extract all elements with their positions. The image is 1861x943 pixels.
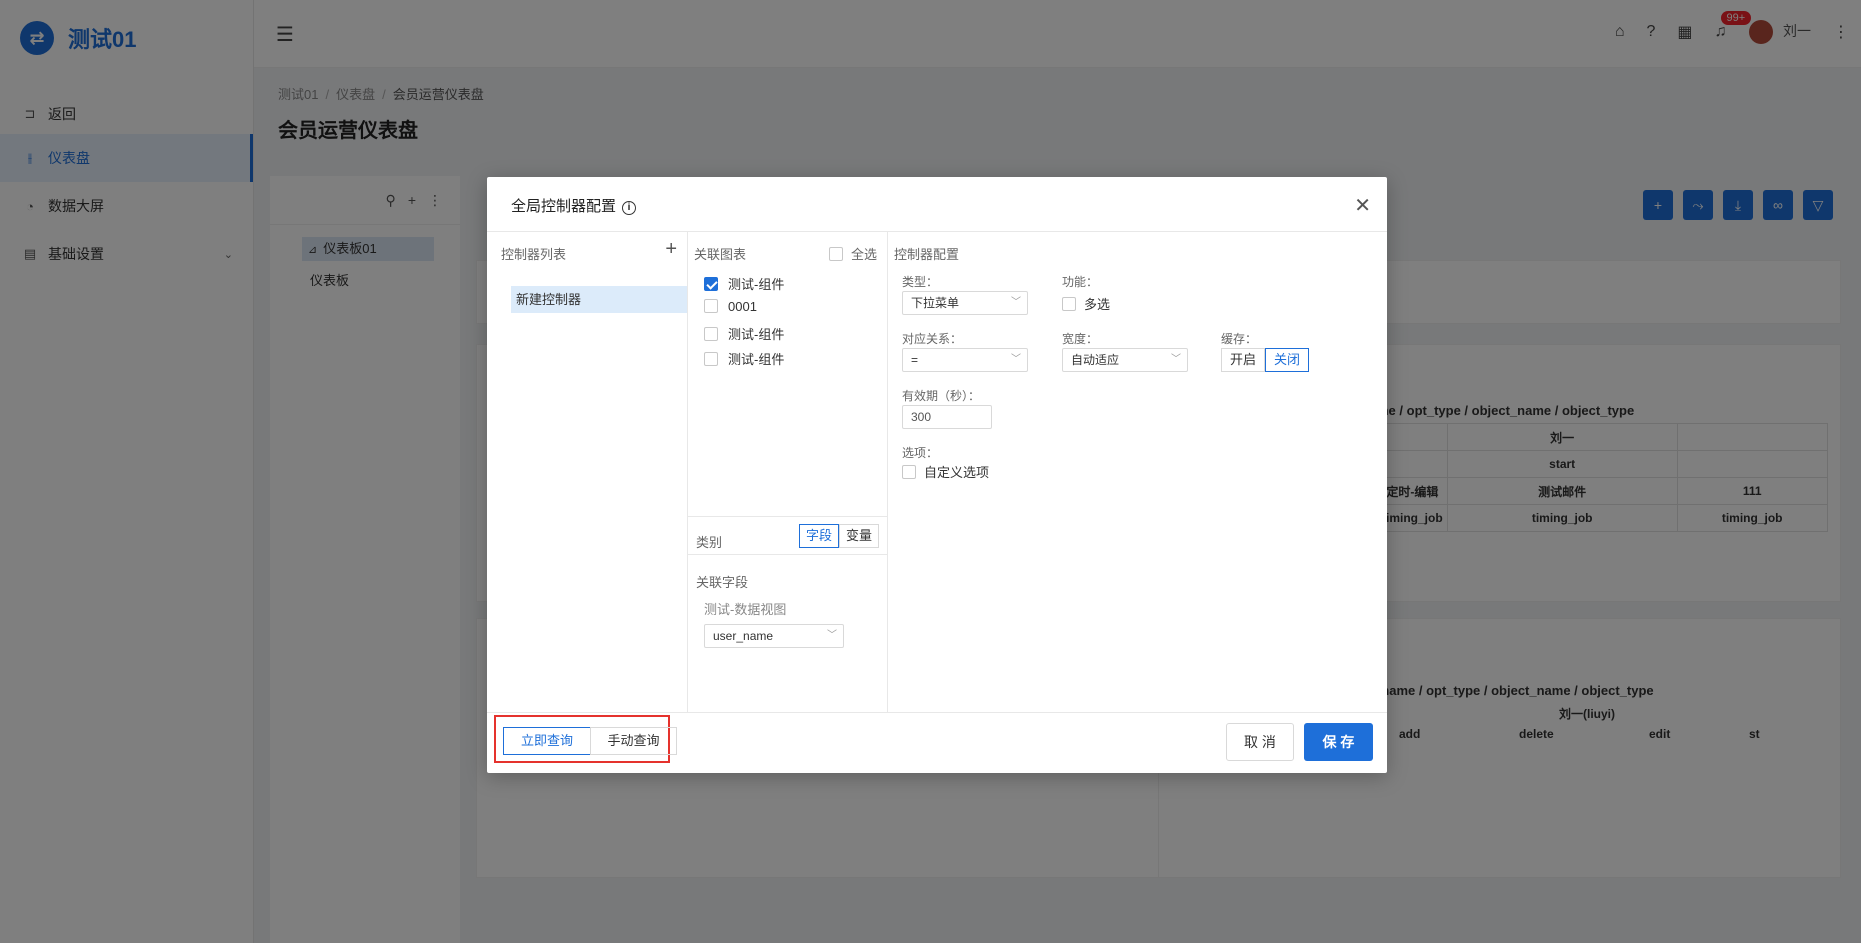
related-charts-title: 关联图表: [694, 247, 747, 262]
query-manual-option[interactable]: 手动查询: [590, 727, 677, 755]
modal-title-text: 全局控制器配置: [511, 198, 617, 215]
cache-on-option[interactable]: 开启: [1221, 348, 1266, 372]
type-label: 类型：: [902, 275, 939, 289]
cache-off-option[interactable]: 关闭: [1265, 348, 1310, 372]
checkbox-checked[interactable]: [704, 277, 718, 291]
validity-input[interactable]: 300: [902, 405, 992, 429]
width-select-value: 自动适应: [1071, 353, 1120, 367]
chart-label: 0001: [728, 299, 757, 314]
save-button[interactable]: 保 存: [1304, 723, 1373, 761]
category-label: 类别: [696, 535, 723, 550]
chart-checkbox-item[interactable]: 测试-组件: [704, 324, 784, 343]
checkbox[interactable]: [1062, 297, 1076, 311]
checkbox[interactable]: [828, 247, 843, 261]
chart-checkbox-item[interactable]: 0001: [704, 299, 757, 314]
controller-item[interactable]: 新建控制器: [511, 286, 687, 313]
field-select-value: user_name: [713, 629, 774, 643]
cancel-button[interactable]: 取 消: [1226, 723, 1294, 761]
controller-list-panel: 控制器列表 + 新建控制器: [487, 232, 688, 712]
field-select[interactable]: user_name ﹀: [704, 624, 844, 648]
checkbox[interactable]: [704, 352, 718, 366]
chart-label: 测试-组件: [728, 277, 785, 292]
chevron-down-icon: ﹀: [1011, 354, 1021, 365]
type-select-value: 下拉菜单: [911, 296, 960, 310]
cache-toggle: 开启 关闭: [1221, 348, 1310, 372]
function-label: 功能：: [1062, 275, 1099, 289]
cache-label: 缓存：: [1221, 332, 1258, 346]
controller-list-title: 控制器列表: [501, 247, 567, 262]
checkbox[interactable]: [704, 299, 718, 313]
checkbox[interactable]: [902, 465, 916, 479]
query-immediate-option[interactable]: 立即查询: [503, 727, 591, 755]
relation-label: 对应关系：: [902, 332, 963, 346]
relation-select[interactable]: = ﹀: [902, 348, 1028, 372]
chevron-down-icon: ﹀: [1011, 297, 1021, 308]
global-controller-modal: 全局控制器配置 i ✕ 控制器列表 + 新建控制器 关联图表 全选 测试-组件 0…: [487, 177, 1387, 773]
chart-checkbox-item[interactable]: 测试-组件: [704, 274, 784, 293]
chart-label: 测试-组件: [728, 352, 785, 367]
select-all-checkbox[interactable]: 全选: [828, 244, 877, 263]
relation-select-value: =: [911, 353, 919, 367]
related-charts-panel: 关联图表 全选 测试-组件 0001 测试-组件 测试-组件 类别 字段 变量 …: [688, 232, 888, 712]
checkbox[interactable]: [704, 327, 718, 341]
width-label: 宽度：: [1062, 332, 1099, 346]
chart-checkbox-item[interactable]: 测试-组件: [704, 349, 784, 368]
custom-options-checkbox[interactable]: 自定义选项: [902, 462, 989, 481]
multi-select-label: 多选: [1084, 297, 1111, 312]
chevron-down-icon: ﹀: [827, 630, 837, 641]
width-select[interactable]: 自动适应 ﹀: [1062, 348, 1188, 372]
multi-select-checkbox[interactable]: 多选: [1062, 294, 1110, 313]
dataview-name: 测试-数据视图: [704, 602, 787, 617]
config-title: 控制器配置: [894, 247, 960, 262]
controller-config-panel: 控制器配置 类型： 下拉菜单 ﹀ 功能： 多选 对应关系： = ﹀ 宽度： 自动适应…: [888, 232, 1387, 712]
options-label: 选项：: [902, 446, 939, 460]
add-controller-icon[interactable]: +: [665, 238, 677, 261]
type-select[interactable]: 下拉菜单 ﹀: [902, 291, 1028, 315]
info-icon[interactable]: i: [622, 201, 637, 215]
category-option-field[interactable]: 字段: [798, 524, 839, 548]
modal-title: 全局控制器配置 i: [511, 195, 637, 216]
validity-label: 有效期（秒）：: [902, 389, 981, 403]
category-option-variable[interactable]: 变量: [838, 524, 879, 548]
close-icon[interactable]: ✕: [1354, 193, 1371, 218]
chevron-down-icon: ﹀: [1171, 354, 1181, 365]
custom-options-label: 自定义选项: [924, 465, 990, 480]
chart-label: 测试-组件: [728, 327, 785, 342]
related-field-title: 关联字段: [696, 575, 749, 590]
select-all-label: 全选: [850, 247, 877, 262]
category-segmented: 字段 变量: [798, 524, 879, 548]
